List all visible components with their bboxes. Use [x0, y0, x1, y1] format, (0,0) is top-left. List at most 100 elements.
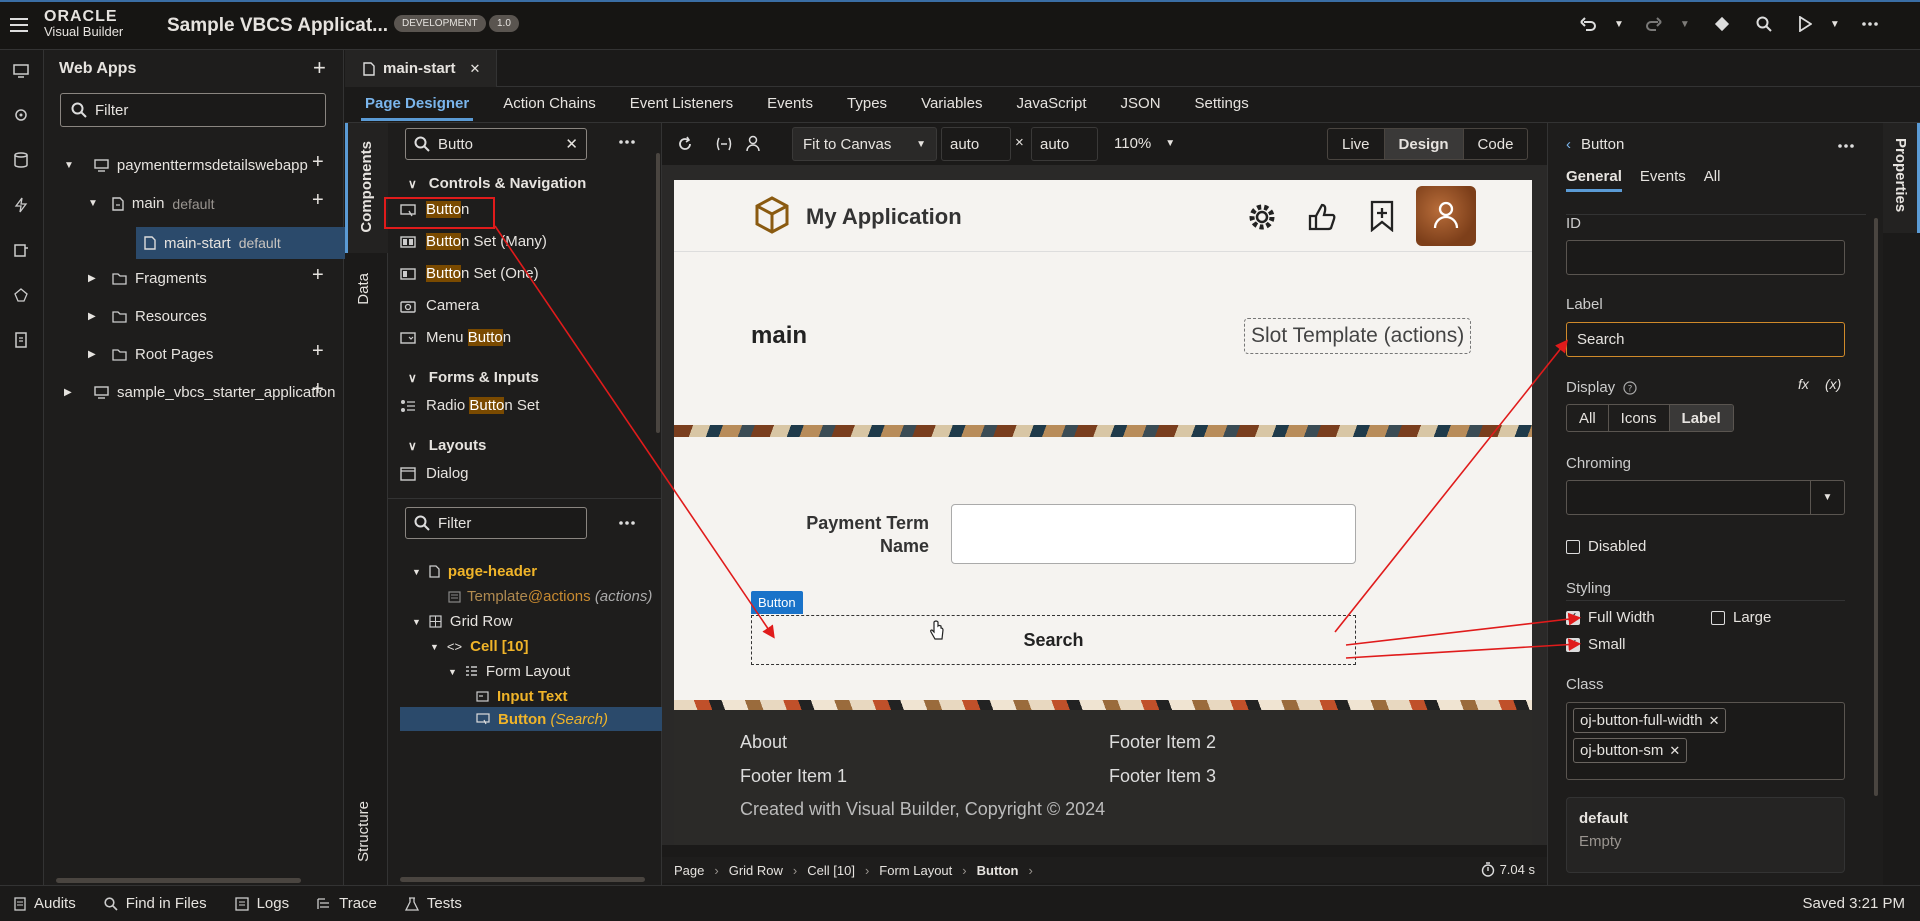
mode-live[interactable]: Live — [1328, 129, 1385, 159]
web-apps-icon[interactable] — [13, 64, 29, 78]
payment-term-name-input[interactable] — [951, 504, 1356, 564]
display-icons[interactable]: Icons — [1609, 405, 1670, 431]
checkbox-checked-icon[interactable]: ✓ — [1566, 610, 1580, 625]
structure-filter[interactable]: Filter — [405, 507, 587, 539]
component-radio-button-set[interactable]: Radio Button Set — [400, 397, 539, 414]
add-icon[interactable]: + — [312, 378, 324, 401]
tree-item-root-pages[interactable]: ▶ Root Pages — [88, 346, 213, 363]
chevron-down-icon[interactable]: ▼ — [1810, 481, 1844, 514]
add-icon[interactable]: + — [312, 151, 324, 174]
tab-all[interactable]: All — [1704, 168, 1721, 192]
status-trace[interactable]: Trace — [317, 895, 377, 912]
small-checkbox[interactable]: ✓ Small — [1566, 636, 1626, 653]
tab-javascript[interactable]: JavaScript — [1012, 88, 1090, 121]
user-icon[interactable] — [745, 135, 761, 152]
horizontal-scrollbar[interactable] — [56, 878, 301, 883]
palette-scrollbar[interactable] — [656, 153, 660, 433]
structure-node-input-text[interactable]: Input Text — [476, 688, 568, 705]
zoom-select[interactable]: 110% ▼ — [1114, 135, 1175, 152]
search-button[interactable]: Search — [751, 615, 1356, 665]
breadcrumb-cell[interactable]: Cell [10] — [807, 863, 865, 878]
group-layouts[interactable]: ∨ Layouts — [408, 437, 486, 454]
component-dialog[interactable]: Dialog — [400, 465, 469, 482]
tab-json[interactable]: JSON — [1117, 88, 1165, 121]
resources-icon[interactable] — [13, 332, 29, 348]
close-icon[interactable]: ✕ — [470, 61, 481, 77]
undo-icon[interactable] — [1580, 16, 1596, 32]
services-icon[interactable] — [13, 108, 29, 122]
run-icon[interactable] — [1798, 16, 1812, 32]
status-logs[interactable]: Logs — [234, 895, 289, 912]
components-search[interactable]: Butto ✕ — [405, 128, 587, 160]
tree-item-webapp[interactable]: ▼ paymenttermsdetailswebapp — [64, 157, 344, 174]
collapsed-arrow-icon[interactable]: ▶ — [64, 387, 74, 398]
redo-dropdown-icon[interactable]: ▼ — [1680, 19, 1690, 30]
more-options-icon[interactable] — [619, 132, 635, 144]
expand-arrow-icon[interactable]: ▼ — [88, 198, 98, 209]
tab-events[interactable]: Events — [1640, 168, 1686, 192]
component-button-set-many[interactable]: Button Set (Many) — [400, 233, 547, 250]
tree-item-starter-app[interactable]: ▶ sample_vbcs_starter_application — [64, 384, 335, 401]
business-objects-icon[interactable] — [13, 152, 29, 168]
variable-button[interactable]: (x) — [1825, 376, 1841, 392]
properties-scrollbar[interactable] — [1874, 218, 1878, 796]
footer-item-1[interactable]: Footer Item 1 — [740, 766, 847, 787]
remove-chip-icon[interactable]: ✕ — [1709, 713, 1720, 729]
refresh-icon[interactable] — [677, 136, 693, 152]
structure-node-form-layout[interactable]: ▼ Form Layout — [448, 663, 570, 680]
mode-code[interactable]: Code — [1464, 129, 1528, 159]
tree-item-resources[interactable]: ▶ Resources — [88, 308, 207, 325]
status-audits[interactable]: Audits — [14, 895, 76, 912]
add-icon[interactable]: + — [312, 264, 324, 287]
breadcrumb-grid-row[interactable]: Grid Row — [729, 863, 793, 878]
vtab-data[interactable]: Data — [355, 273, 372, 305]
large-checkbox[interactable]: Large — [1711, 609, 1771, 626]
expand-arrow-icon[interactable]: ▼ — [64, 160, 74, 171]
group-controls-navigation[interactable]: ∨ Controls & Navigation — [408, 175, 586, 192]
bookmark-add-icon[interactable] — [1368, 200, 1396, 232]
components-icon[interactable] — [13, 242, 29, 258]
breadcrumb-button[interactable]: Button — [977, 863, 1029, 878]
vtab-properties[interactable]: Properties — [1883, 123, 1920, 233]
tree-item-main[interactable]: ▼ main default — [88, 195, 214, 212]
web-apps-filter[interactable]: Filter — [60, 93, 326, 127]
tree-item-fragments[interactable]: ▶ Fragments — [88, 270, 207, 287]
avatar[interactable] — [1416, 186, 1476, 246]
structure-node-template[interactable]: Template@actions (actions) — [448, 588, 652, 605]
component-camera[interactable]: Camera — [400, 297, 479, 314]
thumbs-up-icon[interactable] — [1307, 202, 1337, 232]
component-menu-button[interactable]: Menu Button — [400, 329, 511, 346]
breadcrumb-page[interactable]: Page — [674, 863, 714, 878]
structure-node-page-header[interactable]: ▼ page-header — [412, 563, 537, 580]
variables-icon[interactable] — [715, 136, 733, 152]
canvas-height-input[interactable]: auto — [1031, 127, 1098, 161]
expression-button[interactable]: fx — [1798, 376, 1809, 392]
collapsed-arrow-icon[interactable]: ▶ — [88, 311, 98, 322]
status-tests[interactable]: Tests — [404, 895, 462, 912]
disabled-checkbox[interactable]: Disabled — [1566, 538, 1646, 555]
chevron-left-icon[interactable]: ‹ — [1566, 136, 1571, 153]
group-forms-inputs[interactable]: ∨ Forms & Inputs — [408, 369, 539, 386]
vtab-components[interactable]: Components — [345, 123, 388, 253]
full-width-checkbox[interactable]: ✓ Full Width — [1566, 609, 1655, 626]
structure-node-cell[interactable]: ▼ <> Cell [10] — [430, 638, 528, 655]
footer-item-3[interactable]: Footer Item 3 — [1109, 766, 1216, 787]
search-icon[interactable] — [1756, 16, 1772, 32]
tab-variables[interactable]: Variables — [917, 88, 986, 121]
undo-dropdown-icon[interactable]: ▼ — [1614, 19, 1624, 30]
tab-events[interactable]: Events — [763, 88, 817, 121]
id-input[interactable] — [1566, 240, 1845, 275]
git-icon[interactable] — [1714, 16, 1730, 32]
clear-search-icon[interactable]: ✕ — [565, 135, 578, 153]
tab-page-designer[interactable]: Page Designer — [361, 88, 474, 121]
file-tab-main-start[interactable]: main-start ✕ — [345, 50, 498, 87]
collapsed-arrow-icon[interactable]: ▶ — [88, 349, 98, 360]
more-options-icon[interactable] — [1838, 144, 1854, 148]
fit-to-canvas-select[interactable]: Fit to Canvas ▼ — [792, 127, 937, 161]
add-icon[interactable]: + — [312, 340, 324, 363]
mode-design[interactable]: Design — [1384, 129, 1464, 159]
add-icon[interactable]: + — [312, 189, 324, 212]
help-icon[interactable]: ? — [1623, 380, 1637, 395]
label-input[interactable]: Search — [1566, 322, 1845, 357]
redo-icon[interactable] — [1645, 16, 1662, 32]
